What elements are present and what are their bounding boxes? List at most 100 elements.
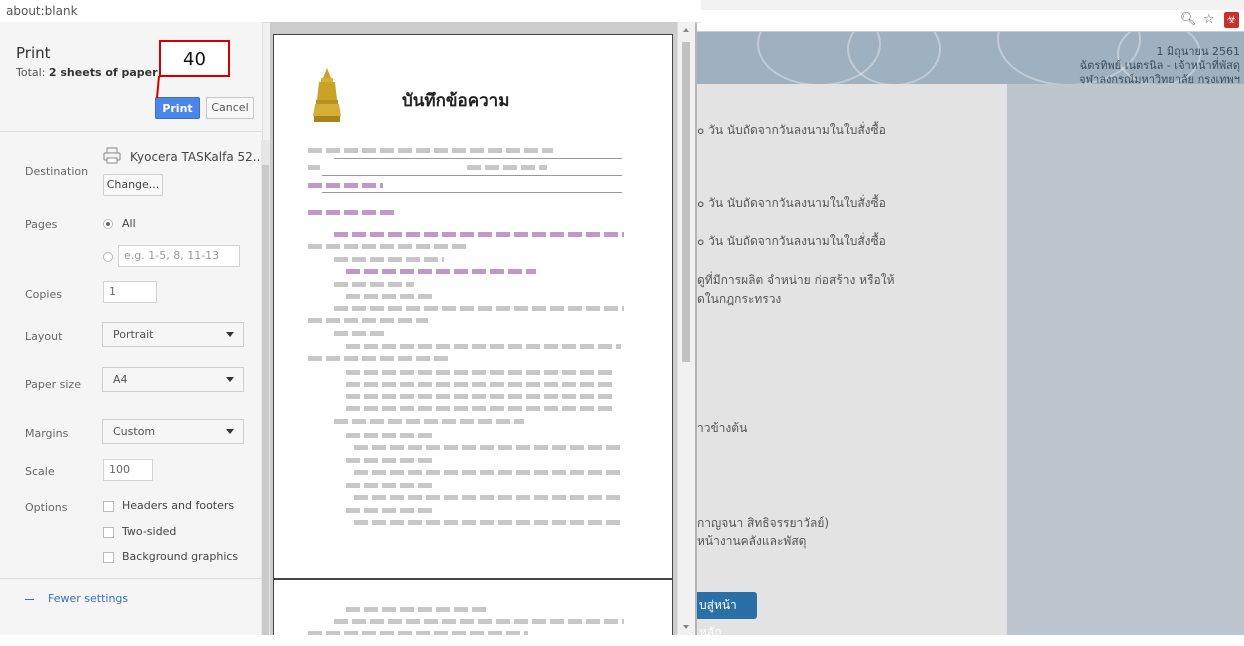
total-prefix: Total: [16,66,49,79]
doc-line [334,282,414,287]
doc-line [467,165,547,170]
doc-line [334,331,384,336]
doc-line [346,269,536,274]
text-line: าวข้างต้น [697,421,748,435]
doc-line [308,148,553,153]
copies-label: Copies [25,288,62,301]
doc-line [308,356,448,361]
copies-input[interactable]: 1 [103,281,157,303]
chevron-down-icon [226,377,234,382]
home-button[interactable]: บสู่หน้าหลัก [697,592,757,639]
two-sided-label: Two-sided [122,525,177,538]
options-label: Options [25,501,68,514]
print-heading: Print [16,44,51,62]
chevron-down-icon [226,429,234,434]
fewer-settings-link[interactable]: Fewer settings [25,592,128,605]
print-preview: บันทึกข้อความ [270,22,677,635]
layout-value: Portrait [113,328,154,341]
total-value: 2 sheets of paper [48,66,158,79]
star-icon[interactable]: ☆ [1203,12,1215,27]
university-emblem-icon [313,68,341,122]
annotation-callout: 40 [159,40,230,77]
pages-range-radio[interactable] [103,252,113,262]
header-banner: 1 มิถุนายน 2561 ฉัตรทิพย์ เนตรนิล - เจ้า… [697,32,1244,86]
divider [0,131,262,132]
window-title: about:blank [0,0,701,23]
doc-line [334,306,624,311]
doc-line [334,158,622,159]
pdf-icon[interactable]: ☣︎ [1224,12,1239,28]
pages-all-label: All [122,217,136,230]
doc-line [346,344,621,349]
layout-select[interactable]: Portrait [102,322,244,347]
doc-line [308,183,383,188]
doc-line [334,619,624,624]
margins-select[interactable]: Custom [102,419,244,444]
doc-line [308,318,428,323]
doc-line [334,257,444,262]
doc-line [346,508,436,513]
browser-chrome [697,0,1244,10]
memo-title: บันทึกข้อความ [402,91,510,111]
doc-line [354,470,624,475]
pages-range-input[interactable]: e.g. 1-5, 8, 11-13 [118,245,240,267]
scale-label: Scale [25,465,55,478]
text-line: ดในกฎกระทรวง [697,292,782,306]
paper-size-select[interactable]: A4 [102,367,244,392]
headers-footers-label: Headers and footers [122,499,235,512]
print-dialog: about:blank Print Total: 2 sheets of pap… [0,0,701,635]
doc-line [322,192,622,193]
text-line: ดูที่มีการผลิต จำหน่าย ก่อสร้าง หรือให้ [697,273,895,287]
doc-line [346,483,436,488]
doc-line [354,495,624,500]
right-column [1007,84,1244,635]
doc-line [354,520,624,525]
doc-line [346,458,436,463]
cancel-button[interactable]: Cancel [206,97,254,119]
browser-toolbar: 🔍︎ ☆ [697,10,1244,32]
fewer-settings-label: Fewer settings [48,592,129,605]
scroll-up-icon[interactable] [683,28,689,32]
zoom-icon[interactable]: 🔍︎ [1180,12,1197,27]
background-graphics-checkbox[interactable] [103,552,114,563]
layout-label: Layout [25,330,63,343]
text-line: หน้างานคลังและพัสดุ [697,534,807,548]
doc-line [308,631,528,635]
minus-icon [25,598,34,600]
preview-scrollbar[interactable] [677,22,695,635]
two-sided-checkbox[interactable] [103,527,114,538]
printer-icon [103,147,121,164]
doc-line [308,244,468,249]
doc-line [322,175,622,176]
text-line: ๐ วัน นับถัดจากวันลงนามในใบสั่งซื้อ [697,123,886,137]
annotation-pointer [156,76,160,99]
content-area: ๐ วัน นับถัดจากวันลงนามในใบสั่งซื้อ ๐ วั… [697,84,1007,635]
doc-line [346,394,616,399]
text-line: กาญจนา สิทธิจรรยาวัลย์) [697,516,830,530]
doc-line [346,294,436,299]
doc-line [308,210,398,215]
doc-line [346,406,616,411]
doc-line [346,382,616,387]
preview-page-2 [273,579,673,635]
pages-all-radio[interactable] [103,219,113,229]
headers-footers-checkbox[interactable] [103,501,114,512]
settings-scrollbar[interactable] [261,140,270,635]
preview-page-1: บันทึกข้อความ [273,34,673,579]
scale-input[interactable]: 100 [103,459,153,481]
total-sheets: Total: 2 sheets of paper [16,66,158,79]
doc-line [354,445,624,450]
printer-name: Kyocera TASKalfa 52... [130,150,265,164]
divider [0,578,262,579]
scroll-down-icon[interactable] [683,625,689,629]
print-button[interactable]: Print [155,97,200,119]
paper-size-label: Paper size [25,378,81,391]
destination-label: Destination [25,165,89,178]
doc-line [346,433,436,438]
change-destination-button[interactable]: Change... [103,174,163,196]
scroll-thumb[interactable] [682,42,690,362]
margins-value: Custom [113,425,156,438]
background-graphics-label: Background graphics [122,550,239,563]
doc-line [346,607,486,612]
chevron-down-icon [226,332,234,337]
